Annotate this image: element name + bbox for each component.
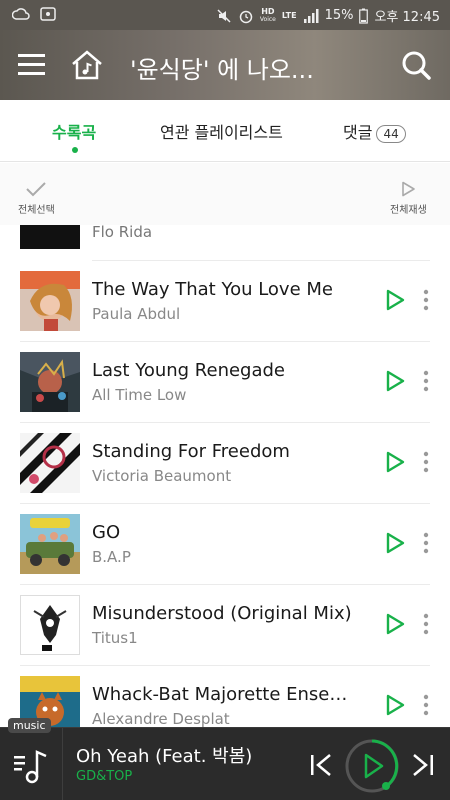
list-item[interactable]: The Way That You Love Me Paula Abdul [0,261,450,342]
select-all-button[interactable]: 전체선택 [18,181,55,216]
next-track-icon[interactable] [410,750,436,780]
play-icon[interactable] [383,531,407,555]
gallery-icon [40,6,56,22]
now-playing-artist: GD&TOP [76,769,133,784]
action-row: 전체선택 전체재생 [0,163,450,225]
list-item[interactable]: Whack-Bat Majorette Ensem... Alexandre D… [0,666,450,727]
track-artist: All Time Low [92,386,187,404]
alarm-icon [238,8,254,24]
play-pause-button[interactable] [344,738,400,794]
track-title: Misunderstood (Original Mix) [92,603,352,624]
app-header: '윤식당' 에 나오... [0,30,450,100]
more-options-icon[interactable] [420,694,432,716]
clock: 오후 12:45 [374,10,440,25]
cloud-icon [12,7,30,21]
playlist-note-icon[interactable] [12,746,52,786]
tab-bar: 수록곡 연관 플레이리스트 댓글 44 [0,100,450,162]
album-art [20,225,80,249]
home-music-icon[interactable] [70,48,104,82]
more-options-icon[interactable] [420,451,432,473]
mini-player[interactable]: Oh Yeah (Feat. 박봄) GD&TOP [0,727,450,800]
hd-voice-icon: HD Voice [259,6,276,23]
lte-label: LTE [281,10,297,20]
select-all-label: 전체선택 [18,205,55,216]
album-art [20,271,80,331]
status-bar: HD Voice LTE 15% 오후 12:45 [0,0,450,30]
mute-icon [216,8,232,24]
more-options-icon[interactable] [420,370,432,392]
list-item-partial[interactable]: Flo Rida [0,225,450,261]
more-options-icon[interactable] [420,532,432,554]
play-all-label: 전체재생 [390,205,427,216]
track-title: GO [92,522,121,543]
track-title: Standing For Freedom [92,441,290,462]
battery-percent: 15% [324,8,354,23]
track-title: The Way That You Love Me [92,279,333,300]
play-outline-icon [402,181,416,197]
signal-icon [303,8,319,23]
more-options-icon[interactable] [420,289,432,311]
track-artist: Alexandre Desplat [92,710,230,727]
track-artist: Titus1 [92,629,138,647]
list-item[interactable]: Standing For Freedom Victoria Beaumont [0,423,450,504]
album-art [20,352,80,412]
track-title: Whack-Bat Majorette Ensem... [92,684,362,705]
tab-related-playlists[interactable]: 연관 플레이리스트 [160,119,283,143]
play-icon[interactable] [383,450,407,474]
page-title: '윤식당' 에 나오... [130,56,314,84]
tab-tracks[interactable]: 수록곡 [52,119,96,143]
battery-icon [359,8,369,24]
track-artist: Paula Abdul [92,305,181,323]
previous-track-icon[interactable] [308,750,334,780]
play-icon[interactable] [383,369,407,393]
tab-comments[interactable]: 댓글 44 [343,119,406,143]
album-art [20,514,80,574]
menu-icon[interactable] [18,52,46,78]
play-icon[interactable] [383,288,407,312]
play-icon[interactable] [383,612,407,636]
now-playing-title: Oh Yeah (Feat. 박봄) [76,746,253,767]
list-item[interactable]: Misunderstood (Original Mix) Titus1 [0,585,450,666]
list-item[interactable]: GO B.A.P [0,504,450,585]
music-label: music [8,718,51,733]
divider [62,728,63,800]
active-tab-indicator [72,147,78,153]
album-art [20,433,80,493]
play-all-button[interactable]: 전체재생 [390,181,427,216]
album-art [20,595,80,655]
search-icon[interactable] [400,49,432,81]
track-artist: Victoria Beaumont [92,467,232,485]
track-artist: B.A.P [92,548,131,566]
track-artist: Flo Rida [92,225,153,241]
play-icon[interactable] [383,693,407,717]
track-list: Flo Rida The Way That You Love Me Paula … [0,225,450,727]
more-options-icon[interactable] [420,613,432,635]
checkmark-icon [26,182,47,197]
tab-comments-label: 댓글 [343,123,373,142]
track-title: Last Young Renegade [92,360,286,381]
list-item[interactable]: Last Young Renegade All Time Low [0,342,450,423]
comment-count-badge: 44 [376,124,406,143]
